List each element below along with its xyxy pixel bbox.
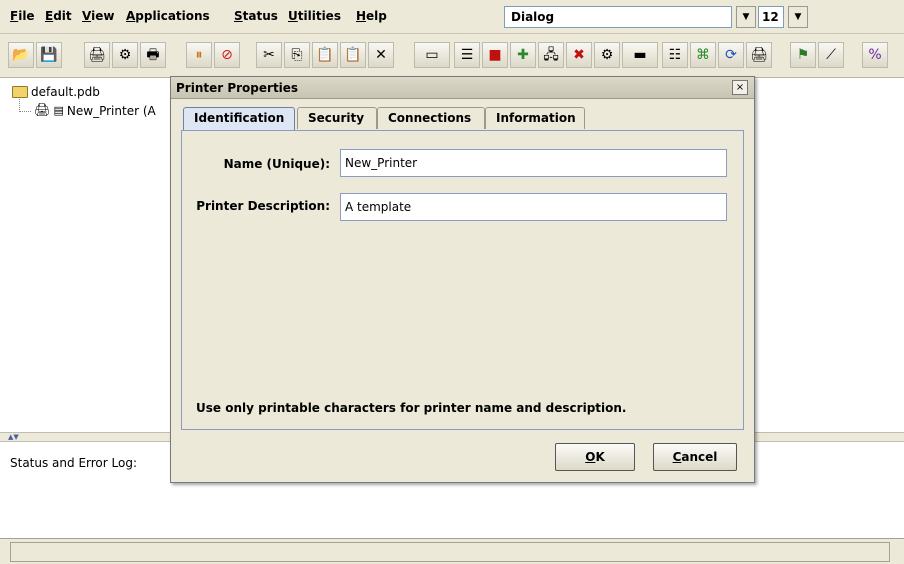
stop-icon[interactable]: ⊘: [214, 42, 240, 68]
font-size-combo[interactable]: 12: [758, 6, 784, 28]
menu-status[interactable]: Status: [234, 9, 278, 23]
status-bar-field: [10, 542, 890, 562]
printer-gear-icon[interactable]: ⚙: [594, 42, 620, 68]
font-size-value: 12: [762, 10, 779, 24]
queue-icon[interactable]: ☰: [454, 42, 480, 68]
font-family-dropdown-button[interactable]: ▼: [736, 6, 756, 28]
description-label: Printer Description:: [196, 199, 330, 213]
menu-bar: File Edit View Applications Status Utili…: [0, 0, 904, 34]
input-hint: Use only printable characters for printe…: [196, 401, 627, 415]
module-icon[interactable]: ▭: [414, 42, 450, 68]
close-button[interactable]: ×: [732, 80, 748, 95]
identification-panel: Name (Unique): New_Printer Printer Descr…: [181, 130, 744, 430]
printer-list-icon[interactable]: ☷: [662, 42, 688, 68]
printer-connect-icon[interactable]: 🖨: [746, 42, 772, 68]
open-folder-icon[interactable]: 📂: [8, 42, 34, 68]
tape-icon[interactable]: ▬: [622, 42, 658, 68]
tree-root-label: default.pdb: [31, 85, 100, 99]
cancel-button[interactable]: Cancel: [653, 443, 737, 471]
font-size-dropdown-button[interactable]: ▼: [788, 6, 808, 28]
tab-security[interactable]: Security: [297, 107, 377, 129]
chevron-down-icon: ▼: [742, 12, 750, 22]
dialog-title-bar[interactable]: Printer Properties ×: [171, 77, 754, 99]
paste-icon[interactable]: 📋: [312, 42, 338, 68]
tab-connections[interactable]: Connections: [377, 107, 485, 129]
font-family-combo[interactable]: Dialog: [504, 6, 732, 28]
cut-icon[interactable]: ✂: [256, 42, 282, 68]
ruler-icon[interactable]: ⟋: [818, 42, 844, 68]
printer-settings-icon[interactable]: ⚙: [112, 42, 138, 68]
pause-icon[interactable]: ⏸: [186, 42, 212, 68]
tab-identification[interactable]: Identification: [183, 107, 295, 130]
red-tool-icon[interactable]: ■: [482, 42, 508, 68]
collapse-arrows-icon[interactable]: ▲▼: [8, 433, 19, 441]
menu-help[interactable]: Help: [356, 9, 387, 23]
scale-icon[interactable]: %: [862, 42, 888, 68]
printer-status-icon[interactable]: 🖶: [140, 42, 166, 68]
chevron-down-icon: ▼: [794, 12, 802, 22]
merge-icon[interactable]: ⌘: [690, 42, 716, 68]
paste-special-icon[interactable]: 📋: [340, 42, 366, 68]
menu-edit[interactable]: Edit: [45, 9, 72, 23]
printer-name-field[interactable]: New_Printer: [340, 149, 727, 177]
printer-description-field[interactable]: A template: [340, 193, 727, 221]
save-icon[interactable]: 💾: [36, 42, 62, 68]
tree-connector: [19, 99, 31, 112]
close-icon: ×: [735, 82, 745, 93]
printer-properties-dialog: Printer Properties × Identification Secu…: [170, 76, 755, 483]
delete-icon[interactable]: ✕: [368, 42, 394, 68]
folder-icon: [12, 86, 28, 98]
dialog-title: Printer Properties: [176, 81, 299, 95]
printer-error-icon[interactable]: ✖: [566, 42, 592, 68]
toolbar: 📂 💾 🖨 ⚙ 🖶 ⏸ ⊘ ✂ ⎘ 📋 📋 ✕ ▭ ☰ ■ ✚ 🖧 ✖ ⚙ ▬ …: [0, 34, 904, 78]
tree-item-label: New_Printer (A: [66, 103, 156, 118]
menu-view[interactable]: View: [82, 9, 114, 23]
status-log-label: Status and Error Log:: [10, 456, 137, 470]
name-label: Name (Unique):: [223, 157, 330, 171]
font-family-value: Dialog: [511, 10, 555, 24]
flag-icon[interactable]: ⚑: [790, 42, 816, 68]
menu-file[interactable]: File: [10, 9, 35, 23]
printer-icon: 🖨: [34, 103, 51, 118]
menu-applications[interactable]: Applications: [126, 9, 210, 23]
tab-information[interactable]: Information: [485, 107, 585, 129]
status-bar: [0, 538, 904, 564]
add-icon[interactable]: ✚: [510, 42, 536, 68]
tree-item-new-printer[interactable]: 🖨 ▤ New_Printer (A: [34, 103, 156, 118]
copy-icon[interactable]: ⎘: [284, 42, 310, 68]
tree-root[interactable]: default.pdb: [12, 85, 100, 99]
ok-button[interactable]: OK: [555, 443, 635, 471]
network-printer-icon[interactable]: 🖧: [538, 42, 564, 68]
list-icon: ▤: [53, 104, 64, 117]
new-printer-icon[interactable]: 🖨: [84, 42, 110, 68]
refresh-icon[interactable]: ⟳: [718, 42, 744, 68]
menu-utilities[interactable]: Utilities: [288, 9, 341, 23]
